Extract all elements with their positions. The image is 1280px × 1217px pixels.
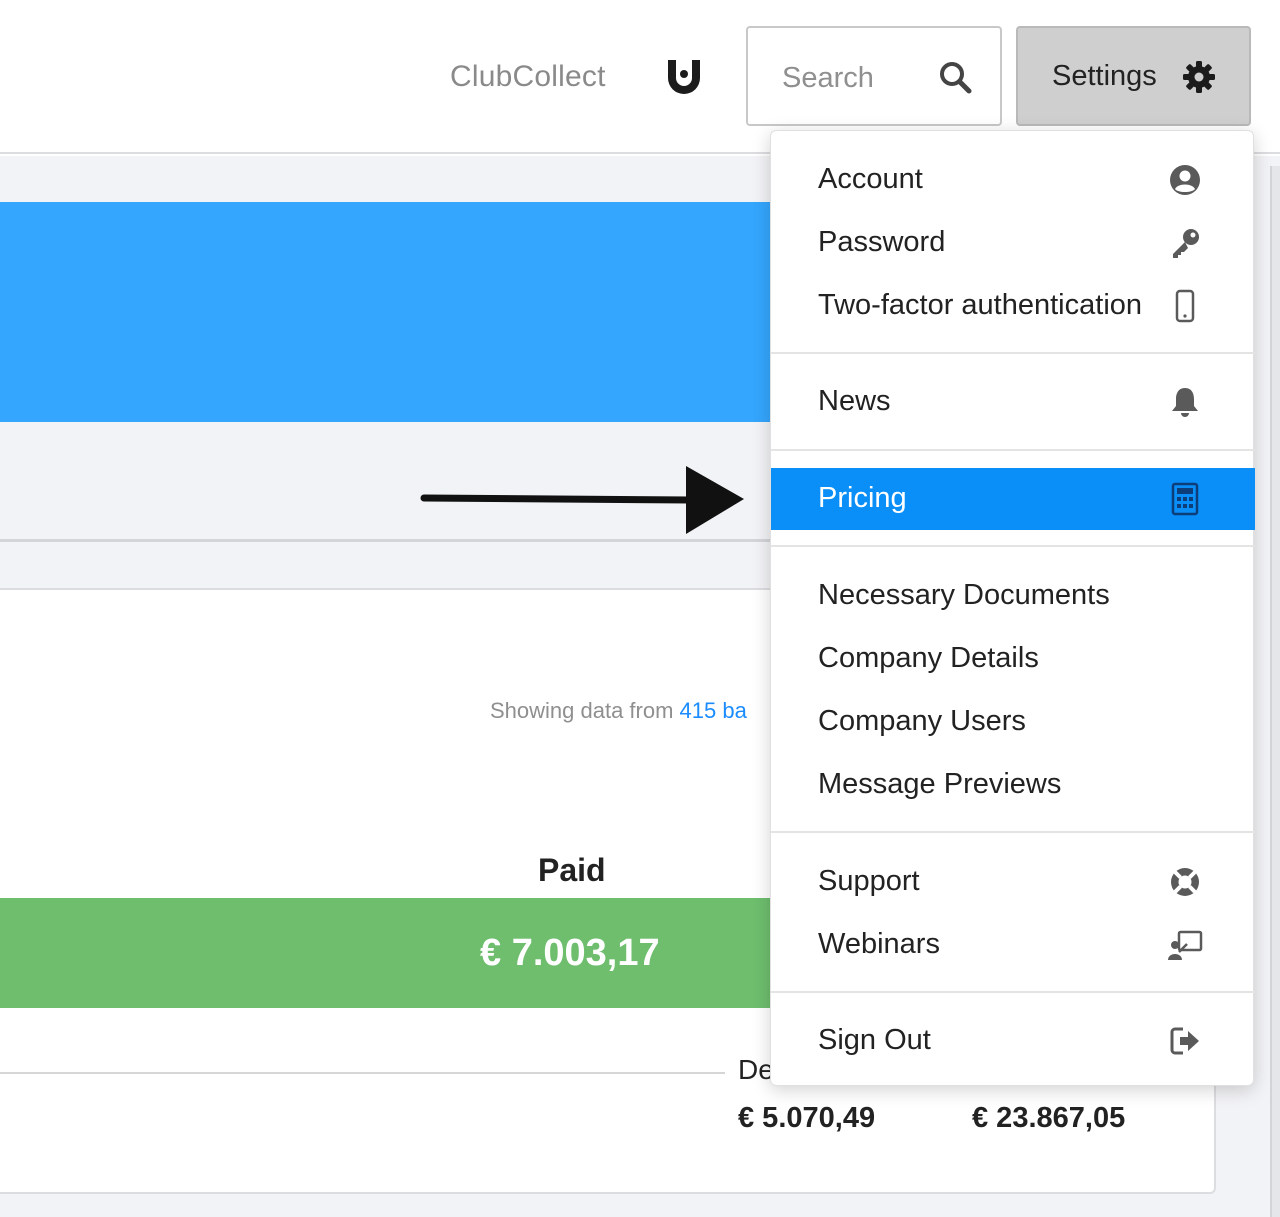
life-ring-icon bbox=[1171, 868, 1199, 896]
menu-item-label: Password bbox=[818, 226, 946, 258]
menu-item-pricing[interactable]: Pricing bbox=[771, 468, 1255, 530]
menu-divider bbox=[771, 831, 1255, 833]
key-icon bbox=[1173, 229, 1199, 258]
clubcollect-logo-icon[interactable] bbox=[662, 54, 706, 98]
menu-divider bbox=[771, 449, 1255, 451]
menu-item-necessary-documents[interactable]: Necessary Documents bbox=[771, 565, 1255, 627]
paid-value: € 7.003,17 bbox=[480, 932, 660, 974]
user-circle-icon bbox=[1170, 165, 1200, 195]
settings-button[interactable]: Settings bbox=[1016, 26, 1251, 126]
menu-divider bbox=[771, 991, 1255, 993]
menu-item-label: News bbox=[818, 385, 891, 417]
divider bbox=[0, 1072, 725, 1074]
menu-divider bbox=[771, 545, 1255, 547]
menu-item-label: Sign Out bbox=[818, 1024, 931, 1056]
mobile-phone-icon bbox=[1175, 289, 1195, 323]
menu-item-account[interactable]: Account bbox=[771, 149, 1255, 211]
scrollbar[interactable] bbox=[1270, 166, 1280, 1217]
menu-item-label: Two-factor authentication bbox=[818, 289, 1143, 321]
menu-item-label: Necessary Documents bbox=[818, 579, 1110, 611]
settings-label: Settings bbox=[1052, 60, 1157, 92]
gear-icon bbox=[1183, 61, 1215, 93]
search-input[interactable] bbox=[782, 58, 932, 98]
presentation-icon bbox=[1168, 930, 1203, 960]
menu-item-label: Account bbox=[818, 163, 923, 195]
showing-prefix: Showing data from bbox=[490, 698, 680, 723]
menu-item-message-previews[interactable]: Message Previews bbox=[771, 754, 1255, 816]
menu-item-label: Message Previews bbox=[818, 768, 1062, 800]
amount-value: € 5.070,49 bbox=[738, 1102, 876, 1134]
menu-item-two-factor[interactable]: Two-factor authentication bbox=[771, 275, 1255, 337]
menu-item-password[interactable]: Password bbox=[771, 212, 1255, 274]
menu-item-label: Pricing bbox=[818, 482, 907, 514]
sign-out-icon bbox=[1170, 1027, 1199, 1055]
amount-value: € 23.867,05 bbox=[972, 1102, 1126, 1134]
search-box[interactable] bbox=[746, 26, 1002, 126]
search-icon[interactable] bbox=[938, 60, 972, 94]
menu-item-sign-out[interactable]: Sign Out bbox=[771, 1010, 1255, 1072]
menu-item-label: Company Users bbox=[818, 705, 1026, 737]
menu-item-company-users[interactable]: Company Users bbox=[771, 691, 1255, 753]
menu-divider bbox=[771, 352, 1255, 354]
menu-item-news[interactable]: News bbox=[771, 371, 1255, 433]
menu-item-webinars[interactable]: Webinars bbox=[771, 914, 1255, 976]
blue-banner bbox=[0, 202, 800, 422]
divider bbox=[0, 539, 800, 542]
brand-name[interactable]: ClubCollect bbox=[450, 60, 606, 94]
menu-item-label: Company Details bbox=[818, 642, 1039, 674]
paid-bar: € 7.003,17 bbox=[0, 898, 800, 1008]
showing-link[interactable]: 415 ba bbox=[680, 698, 747, 723]
paid-label: Paid bbox=[538, 852, 606, 888]
menu-item-label: Support bbox=[818, 865, 920, 897]
settings-dropdown-menu: Account Password Two-factor authenticati… bbox=[770, 130, 1255, 1086]
column-label: De bbox=[738, 1054, 774, 1085]
calculator-icon bbox=[1171, 482, 1199, 516]
data-source-note: Showing data from 415 ba bbox=[490, 698, 747, 724]
arrow-annotation-icon bbox=[420, 466, 744, 534]
menu-item-company-details[interactable]: Company Details bbox=[771, 628, 1255, 690]
menu-item-label: Webinars bbox=[818, 928, 940, 960]
bell-icon bbox=[1172, 388, 1198, 417]
menu-item-support[interactable]: Support bbox=[771, 851, 1255, 913]
